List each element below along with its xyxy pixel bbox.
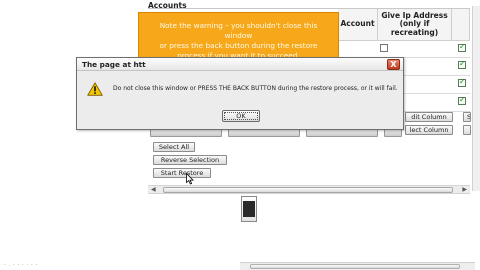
give-ip-header-line3: recreating): [390, 27, 439, 37]
row-select-checkbox[interactable]: [458, 77, 466, 87]
row-select-checkbox[interactable]: [458, 59, 466, 69]
dialog-titlebar[interactable]: The page at htt X: [77, 58, 403, 71]
reverse-selection-button[interactable]: Reverse Selection: [153, 155, 227, 165]
grid-action-button[interactable]: [228, 129, 300, 137]
horizontal-scrollbar[interactable]: ◀ ▶: [148, 185, 470, 194]
row-select-checkbox[interactable]: [458, 95, 466, 105]
dialog-title: The page at htt: [82, 60, 146, 69]
column-header-give-ip[interactable]: Give Ip Address (only if recreating): [378, 9, 452, 41]
selected-cell[interactable]: [241, 196, 257, 222]
select-column-button[interactable]: lect Column: [405, 125, 453, 135]
select-all-button[interactable]: Select All: [153, 142, 195, 152]
row-select-checkbox[interactable]: [458, 42, 466, 52]
mouse-cursor-icon: [186, 173, 194, 185]
column-header-account[interactable]: Account: [338, 9, 378, 41]
scroll-left-arrow-icon[interactable]: ◀: [151, 186, 156, 193]
tooltip-line-1: Note the warning – you shouldn't close t…: [159, 21, 318, 40]
bottom-scroll-thumb[interactable]: [250, 264, 460, 269]
horizontal-scroll-thumb[interactable]: [163, 187, 453, 193]
dialog-message: Do not close this window or PRESS THE BA…: [113, 85, 398, 92]
grid-action-button[interactable]: [384, 129, 402, 137]
scroll-right-arrow-icon[interactable]: ▶: [462, 186, 467, 193]
close-icon[interactable]: X: [387, 59, 400, 70]
status-bar-text: · . · · · · · ·: [4, 262, 38, 268]
edit-column-button[interactable]: dit Column: [405, 112, 453, 122]
give-ip-checkbox[interactable]: [380, 44, 388, 52]
grid-action-button[interactable]: [150, 129, 222, 137]
cell-highlight: [243, 201, 255, 217]
start-restore-button[interactable]: Start Restore: [153, 168, 211, 178]
tooltip-line-2: or press the back button during the rest…: [159, 41, 318, 50]
column-header-right: [452, 9, 470, 41]
vertical-scrollbar[interactable]: [472, 6, 480, 191]
warning-icon: [87, 82, 103, 96]
bottom-horizontal-scrollbar[interactable]: [240, 262, 475, 270]
side-edge-button[interactable]: S: [463, 112, 471, 122]
alert-dialog: The page at htt X Do not close this wind…: [76, 57, 404, 130]
grid-action-button[interactable]: [306, 129, 378, 137]
side-edge-button-2[interactable]: [463, 125, 471, 135]
ok-button[interactable]: OK: [222, 110, 260, 122]
